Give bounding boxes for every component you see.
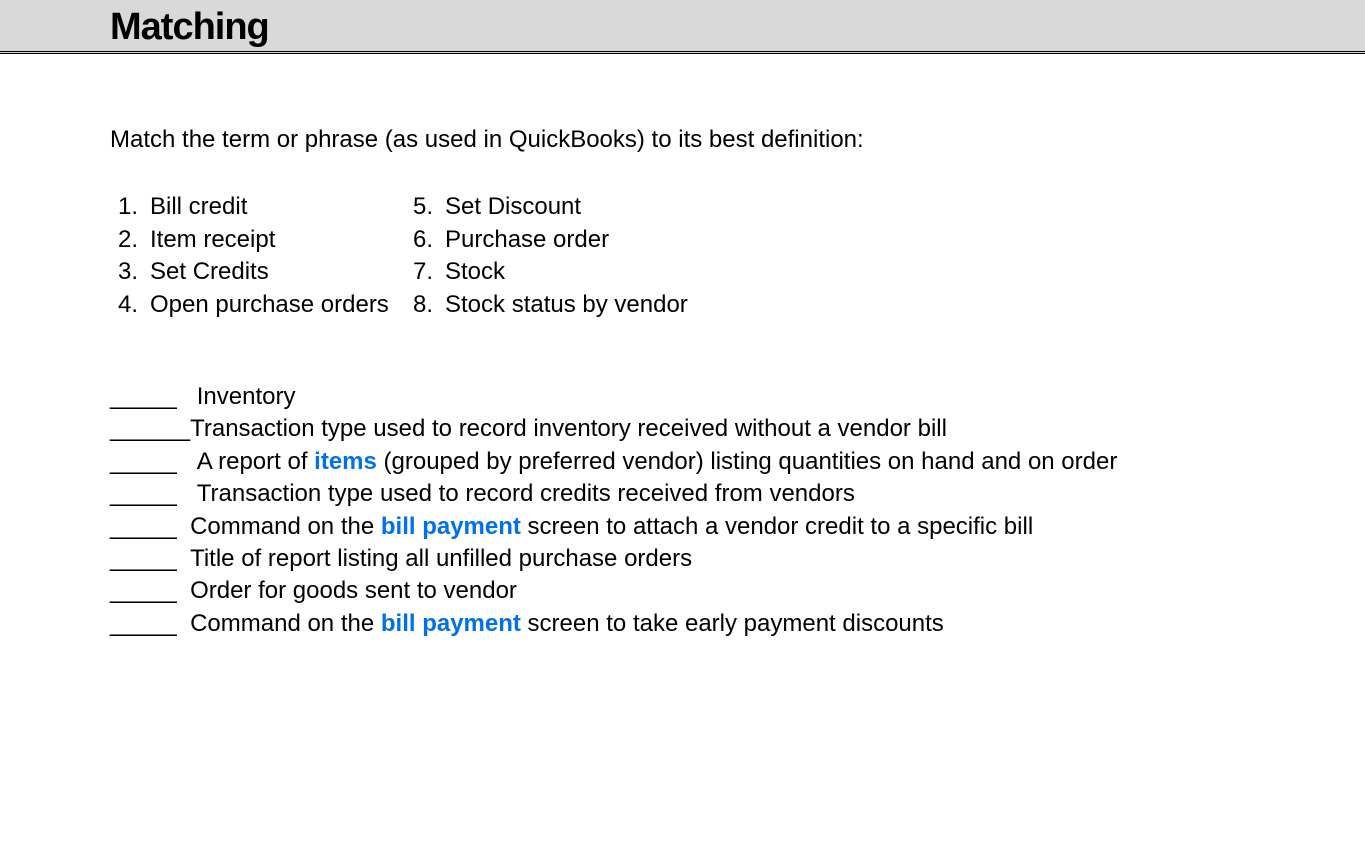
definition-text: Order for goods sent to vendor: [190, 575, 517, 607]
definition-text: Command on the bill payment screen to ta…: [190, 608, 944, 640]
term-number: 4.: [110, 289, 150, 321]
term-number: 8.: [405, 289, 445, 321]
text-fragment: Inventory: [197, 383, 296, 410]
term-label: Open purchase orders: [150, 289, 389, 321]
term-row: 6. Purchase order: [405, 224, 700, 256]
term-row: 8. Stock status by vendor: [405, 289, 700, 321]
text-fragment: Command on the: [190, 513, 381, 540]
definition-text: Transaction type used to record credits …: [197, 478, 855, 510]
text-fragment: Title of report listing all unfilled pur…: [190, 545, 692, 572]
term-label: Bill credit: [150, 191, 247, 223]
term-number: 6.: [405, 224, 445, 256]
text-fragment: Order for goods sent to vendor: [190, 577, 517, 604]
term-number: 3.: [110, 256, 150, 288]
definition-row: _____ Command on the bill payment screen…: [110, 608, 1365, 640]
term-label: Stock: [445, 256, 505, 288]
terms-grid: 1. Bill credit 2. Item receipt 3. Set Cr…: [110, 191, 1365, 321]
term-row: 3. Set Credits: [110, 256, 405, 288]
term-row: 5. Set Discount: [405, 191, 700, 223]
answer-blank[interactable]: _____: [110, 543, 190, 575]
answer-blank[interactable]: _____: [110, 381, 197, 413]
term-label: Purchase order: [445, 224, 609, 256]
link-term[interactable]: bill payment: [381, 610, 521, 637]
answer-blank[interactable]: _____: [110, 446, 197, 478]
terms-column-1: 1. Bill credit 2. Item receipt 3. Set Cr…: [110, 191, 405, 321]
definition-row: _____ Order for goods sent to vendor: [110, 575, 1365, 607]
term-number: 1.: [110, 191, 150, 223]
term-label: Set Discount: [445, 191, 581, 223]
answer-blank[interactable]: _____: [110, 478, 197, 510]
text-fragment: Transaction type used to record inventor…: [190, 415, 947, 442]
answer-blank[interactable]: _____: [110, 575, 190, 607]
definition-row: _____ Inventory: [110, 381, 1365, 413]
definition-text: Inventory: [197, 381, 296, 413]
definition-row: _____ Transaction type used to record cr…: [110, 478, 1365, 510]
term-label: Set Credits: [150, 256, 269, 288]
text-fragment: Command on the: [190, 610, 381, 637]
answer-blank[interactable]: _____: [110, 608, 190, 640]
content-area: Match the term or phrase (as used in Qui…: [0, 54, 1365, 640]
definition-text: Transaction type used to record inventor…: [190, 413, 947, 445]
text-fragment: Transaction type used to record credits …: [197, 480, 855, 507]
definitions-list: _____ Inventory______Transaction type us…: [110, 381, 1365, 640]
link-term[interactable]: bill payment: [381, 513, 521, 540]
term-row: 1. Bill credit: [110, 191, 405, 223]
page-title: Matching: [110, 6, 1365, 49]
instructions-text: Match the term or phrase (as used in Qui…: [110, 124, 1365, 156]
definition-row: _____ Command on the bill payment screen…: [110, 511, 1365, 543]
term-row: 2. Item receipt: [110, 224, 405, 256]
definition-row: _____ A report of items (grouped by pref…: [110, 446, 1365, 478]
answer-blank[interactable]: _____: [110, 511, 190, 543]
definition-text: A report of items (grouped by preferred …: [197, 446, 1118, 478]
definition-row: _____ Title of report listing all unfill…: [110, 543, 1365, 575]
text-fragment: (grouped by preferred vendor) listing qu…: [377, 448, 1117, 475]
term-number: 5.: [405, 191, 445, 223]
term-number: 2.: [110, 224, 150, 256]
term-row: 7. Stock: [405, 256, 700, 288]
terms-column-2: 5. Set Discount 6. Purchase order 7. Sto…: [405, 191, 700, 321]
term-row: 4. Open purchase orders: [110, 289, 405, 321]
header-bar: Matching: [0, 0, 1365, 54]
definition-row: ______Transaction type used to record in…: [110, 413, 1365, 445]
definition-text: Title of report listing all unfilled pur…: [190, 543, 692, 575]
text-fragment: A report of: [197, 448, 314, 475]
term-number: 7.: [405, 256, 445, 288]
term-label: Stock status by vendor: [445, 289, 688, 321]
term-label: Item receipt: [150, 224, 275, 256]
definition-text: Command on the bill payment screen to at…: [190, 511, 1033, 543]
text-fragment: screen to take early payment discounts: [521, 610, 944, 637]
link-term[interactable]: items: [314, 448, 377, 475]
answer-blank[interactable]: ______: [110, 413, 190, 445]
text-fragment: screen to attach a vendor credit to a sp…: [521, 513, 1033, 540]
